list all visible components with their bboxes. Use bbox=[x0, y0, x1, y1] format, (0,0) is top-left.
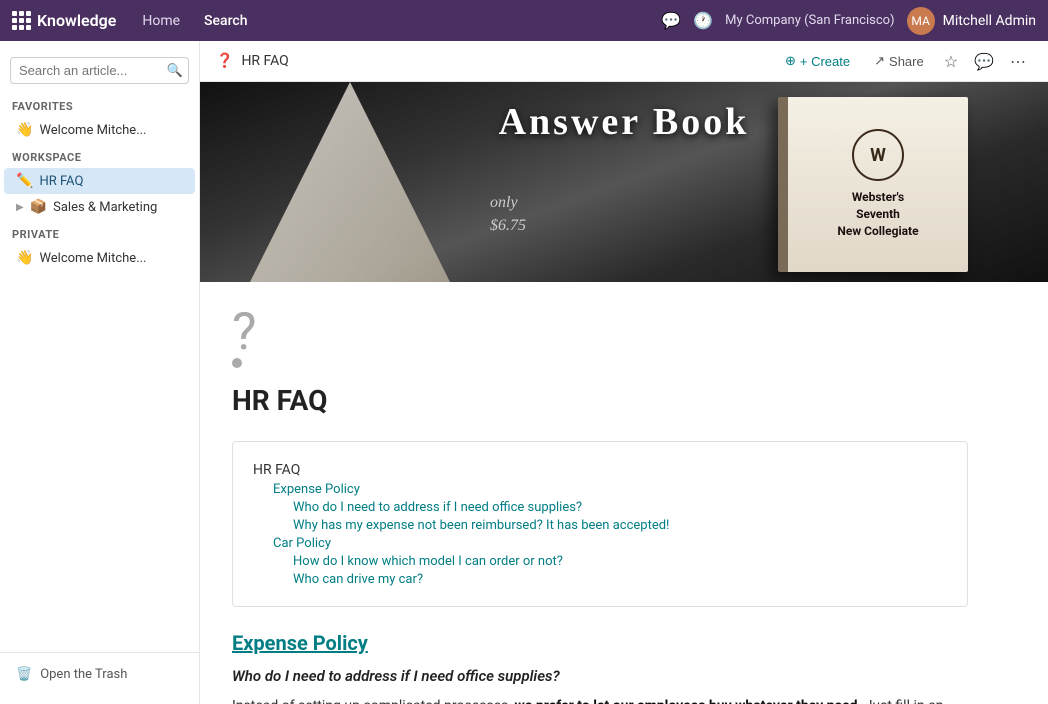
toc-box: HR FAQ Expense Policy Who do I need to a… bbox=[232, 441, 968, 607]
sidebar-search-container: 🔍 bbox=[0, 49, 199, 92]
expense-subtitle: Who do I need to address if I need offic… bbox=[232, 667, 968, 685]
username: Mitchell Admin bbox=[943, 13, 1036, 29]
private-section-title: Private bbox=[0, 220, 199, 245]
breadcrumb-text: HR FAQ bbox=[241, 53, 288, 69]
more-button[interactable]: ⋯ bbox=[1004, 48, 1032, 75]
book-visual: W Webster'sSeventhNew Collegiate bbox=[778, 97, 968, 272]
sidebar-item-sales[interactable]: ▶ 📦 Sales & Marketing bbox=[4, 194, 195, 220]
wave-icon-2: 👋 bbox=[16, 250, 33, 266]
sidebar-item-hrfaq[interactable]: ✏️ HR FAQ bbox=[4, 168, 195, 194]
sidebar-item-label-welcome-1: Welcome Mitche... bbox=[39, 123, 183, 138]
clock-icon[interactable]: 🕐 bbox=[693, 11, 713, 30]
workspace-section-title: Workspace bbox=[0, 143, 199, 168]
app-brand: Knowledge bbox=[37, 11, 116, 30]
book-title-text: Webster'sSeventhNew Collegiate bbox=[837, 189, 918, 239]
breadcrumb-actions: ⊕ + Create ↗ Share ☆ 💬 ⋯ bbox=[775, 48, 1032, 75]
share-button[interactable]: ↗ Share bbox=[864, 49, 934, 73]
toc-l1: HR FAQ bbox=[253, 462, 947, 478]
favorite-button[interactable]: ☆ bbox=[938, 48, 964, 75]
book-logo-letter: W bbox=[870, 145, 886, 166]
chat-icon[interactable]: 💬 bbox=[661, 11, 681, 30]
share-icon: ↗ bbox=[874, 53, 885, 69]
toc-car-model[interactable]: How do I know which model I can order or… bbox=[293, 554, 947, 569]
sidebar-item-welcome-1[interactable]: 👋 Welcome Mitche... bbox=[4, 117, 195, 143]
nav-home[interactable]: Home bbox=[132, 9, 190, 33]
wave-icon-1: 👋 bbox=[16, 122, 33, 138]
breadcrumb-bar: ❓ HR FAQ ⊕ + Create ↗ Share ☆ 💬 ⋯ bbox=[200, 41, 1048, 82]
expense-policy-title[interactable]: Expense Policy bbox=[232, 631, 968, 655]
sidebar-item-label-hrfaq: HR FAQ bbox=[39, 174, 183, 189]
favorites-section-title: Favorites bbox=[0, 92, 199, 117]
toc-expense-policy[interactable]: Expense Policy bbox=[273, 482, 947, 497]
trash-label: Open the Trash bbox=[40, 667, 127, 682]
article-title: HR FAQ bbox=[232, 384, 968, 417]
sidebar-item-label-sales: Sales & Marketing bbox=[53, 200, 183, 215]
share-label: Share bbox=[889, 54, 924, 69]
pencil-icon: ✏️ bbox=[16, 173, 33, 189]
breadcrumb-left: ❓ HR FAQ bbox=[216, 53, 289, 69]
sidebar-item-label-welcome-2: Welcome Mitche... bbox=[39, 251, 183, 266]
app-logo[interactable]: Knowledge bbox=[12, 11, 116, 30]
sidebar-bottom: 🗑️ Open the Trash bbox=[0, 652, 199, 696]
open-trash-button[interactable]: 🗑️ Open the Trash bbox=[12, 661, 187, 688]
article-content: ? HR FAQ HR FAQ Expense Policy Who do I … bbox=[200, 282, 1000, 704]
toc-reimbursed[interactable]: Why has my expense not been reimbursed? … bbox=[293, 518, 947, 533]
expense-text-before: Instead of setting up complicated proces… bbox=[232, 698, 515, 704]
expense-text: Instead of setting up complicated proces… bbox=[232, 695, 968, 704]
create-label: + Create bbox=[800, 54, 850, 69]
comment-button[interactable]: 💬 bbox=[968, 48, 1000, 75]
box-icon: 📦 bbox=[30, 199, 47, 215]
create-button[interactable]: ⊕ + Create bbox=[775, 49, 860, 73]
hero-image: Answer Book W Webster'sSeventhNew Colleg… bbox=[200, 82, 1048, 282]
create-icon: ⊕ bbox=[785, 53, 796, 69]
toc-office-supplies[interactable]: Who do I need to address if I need offic… bbox=[293, 500, 947, 515]
grid-icon bbox=[12, 11, 31, 30]
trash-icon: 🗑️ bbox=[16, 667, 32, 682]
price-label: only$6.75 bbox=[490, 192, 526, 237]
search-input[interactable] bbox=[10, 57, 189, 84]
company-selector[interactable]: My Company (San Francisco) bbox=[725, 13, 894, 28]
breadcrumb-icon: ❓ bbox=[216, 53, 233, 69]
book-logo-circle: W bbox=[852, 129, 904, 181]
user-menu[interactable]: MA Mitchell Admin bbox=[907, 7, 1036, 35]
content-area: ❓ HR FAQ ⊕ + Create ↗ Share ☆ 💬 ⋯ bbox=[200, 41, 1048, 704]
nav-search[interactable]: Search bbox=[194, 9, 257, 33]
avatar: MA bbox=[907, 7, 935, 35]
search-icon[interactable]: 🔍 bbox=[167, 63, 183, 78]
expand-icon: ▶ bbox=[16, 202, 24, 213]
toc-drive-car[interactable]: Who can drive my car? bbox=[293, 572, 947, 587]
sidebar: 🔍 Favorites 👋 Welcome Mitche... Workspac… bbox=[0, 41, 200, 704]
sidebar-item-welcome-2[interactable]: 👋 Welcome Mitche... bbox=[4, 245, 195, 271]
toc-car-policy[interactable]: Car Policy bbox=[273, 536, 947, 551]
top-navigation: Knowledge Home Search 💬 🕐 My Company (Sa… bbox=[0, 0, 1048, 41]
expense-text-bold: we prefer to let our employees buy whate… bbox=[515, 698, 858, 704]
top-nav-icons: 💬 🕐 My Company (San Francisco) MA Mitche… bbox=[661, 7, 1036, 35]
question-mark-icon: ? bbox=[232, 306, 968, 358]
top-nav-links: Home Search bbox=[132, 9, 257, 33]
